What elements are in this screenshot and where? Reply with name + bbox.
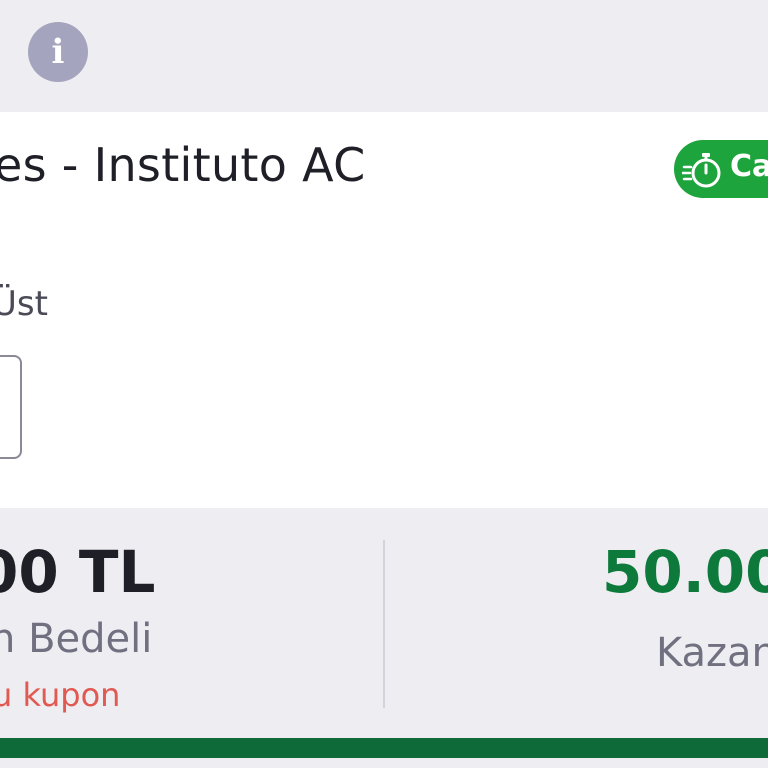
info-icon[interactable]: i (28, 22, 88, 82)
top-bar: i (0, 0, 768, 112)
status-text: Ca (730, 149, 768, 184)
winnings-label: Kazan (656, 630, 768, 676)
info-glyph: i (51, 32, 65, 72)
progress-bar (0, 738, 768, 758)
summary-divider (383, 540, 385, 708)
stake-label: n Bedeli (0, 616, 153, 662)
stopwatch-icon (682, 153, 721, 188)
progress-fill (0, 738, 768, 758)
live-status-badge: Ca (674, 140, 768, 198)
coupon-note: u kupon (0, 676, 121, 714)
bottom-strip (0, 758, 768, 768)
stake-amount: 00 TL (0, 538, 156, 606)
bet-detail-screen: i es - Instituto AC Ca Üst 00 TL n Bedel… (0, 0, 768, 768)
odds-selection-box[interactable] (0, 355, 22, 459)
match-title: es - Instituto AC (0, 138, 366, 192)
winnings-amount: 50.00 (602, 538, 768, 606)
market-label: Üst (0, 284, 48, 324)
